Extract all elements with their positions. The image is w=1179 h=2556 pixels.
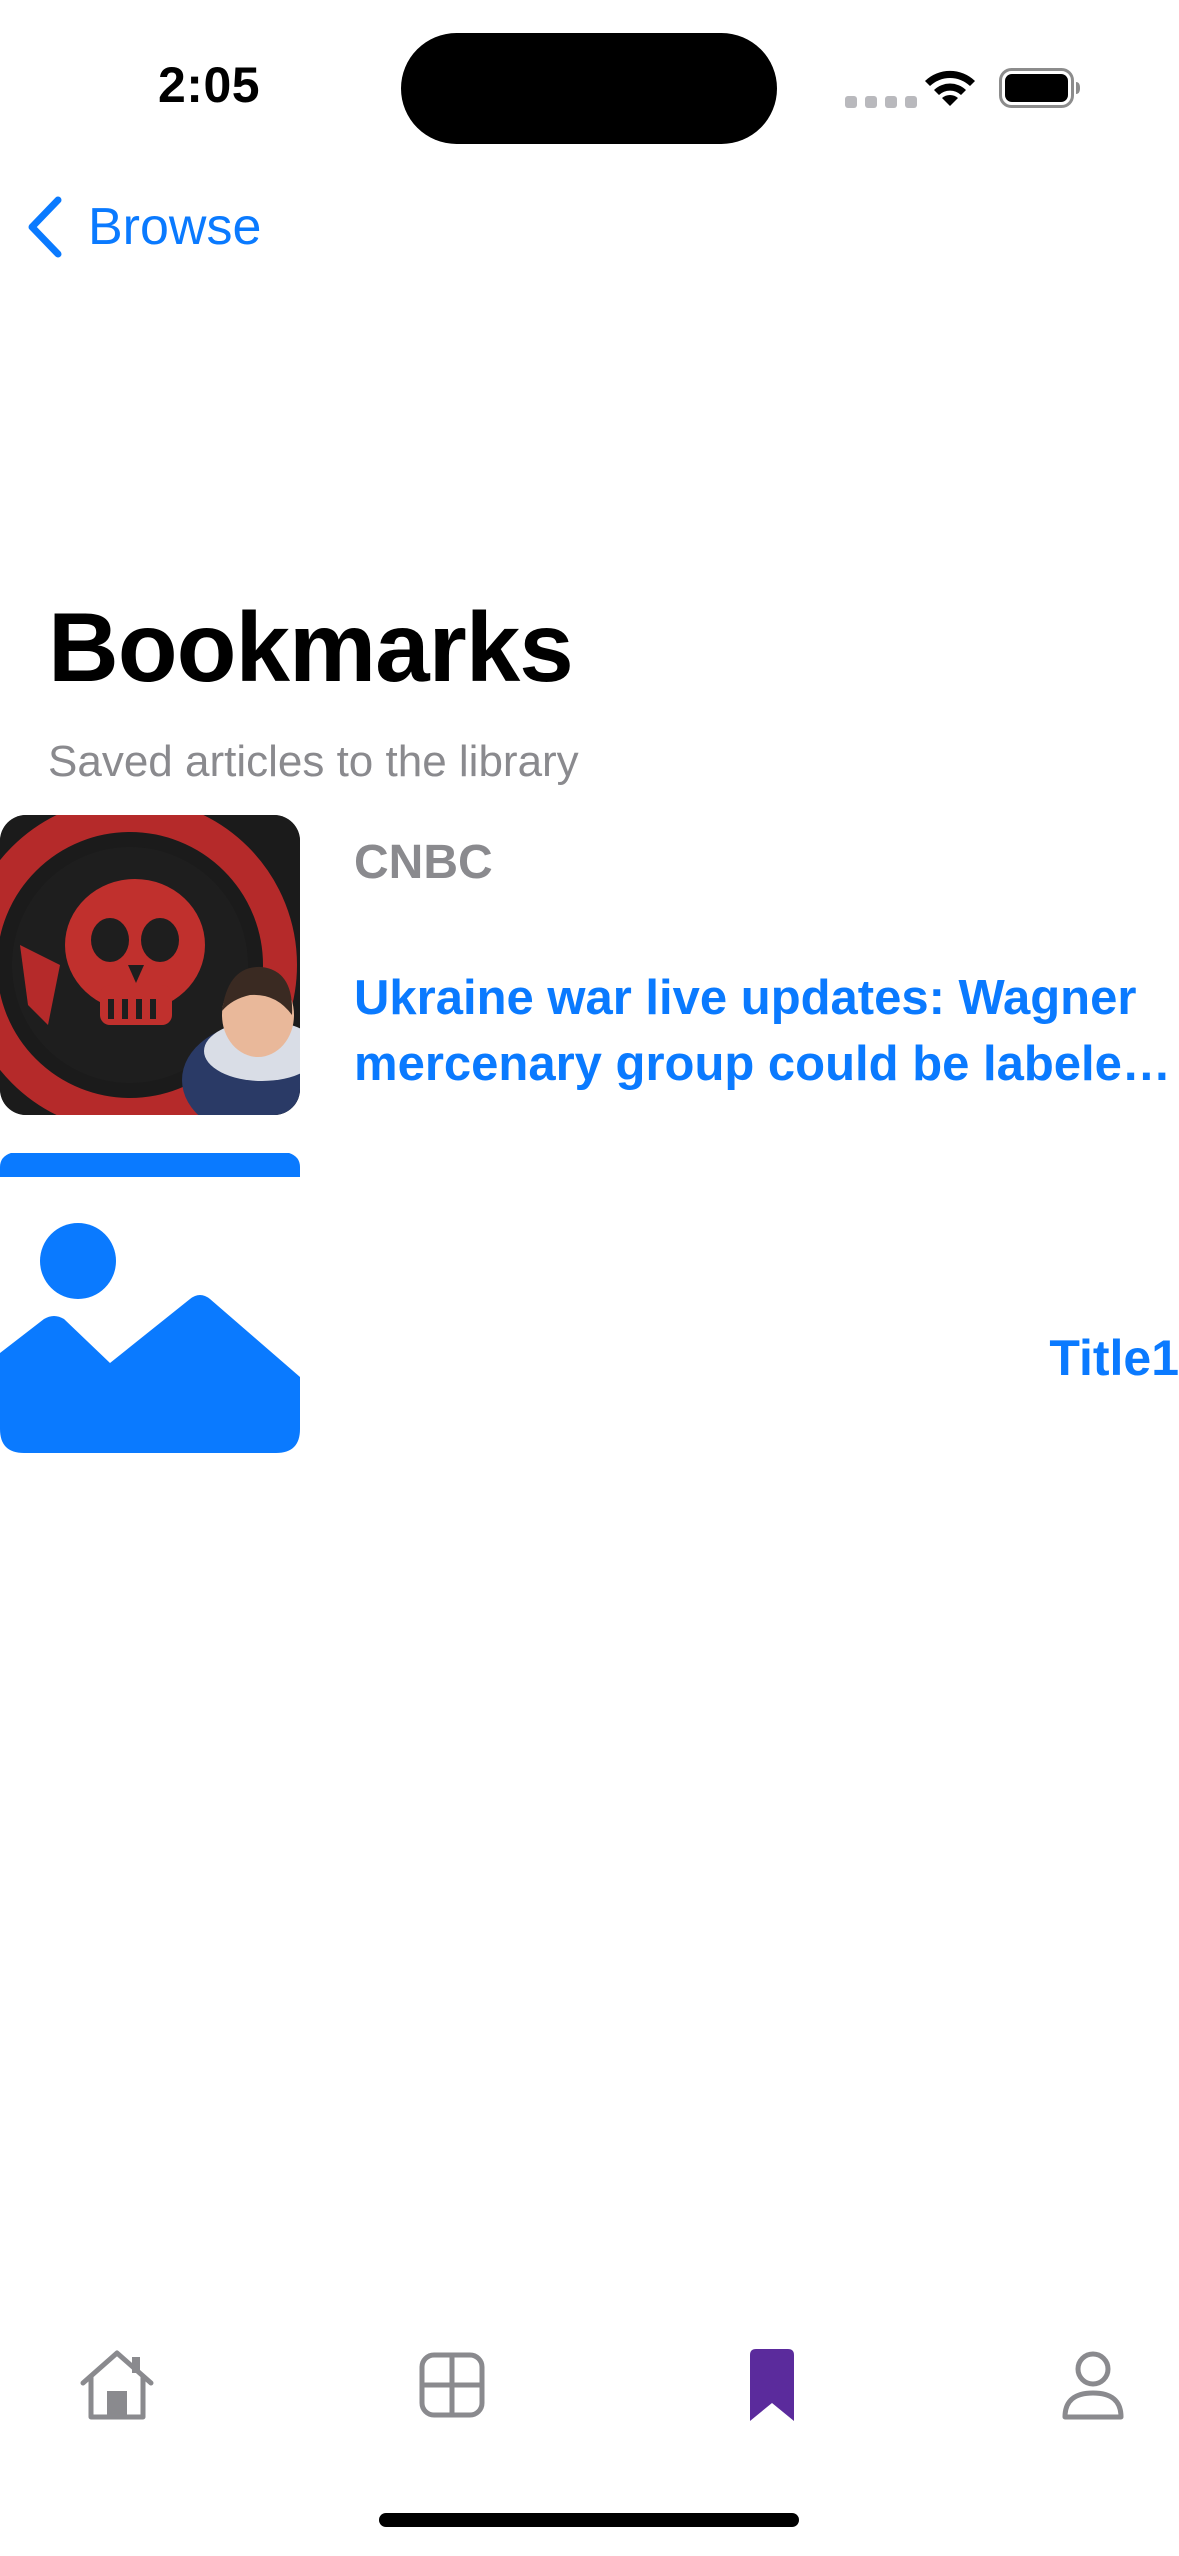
- tab-profile[interactable]: [1053, 2345, 1133, 2425]
- chevron-left-icon: [28, 196, 62, 258]
- tab-bookmarks[interactable]: [732, 2345, 812, 2425]
- article-thumbnail: [0, 1153, 300, 1453]
- bookmark-icon: [750, 2349, 794, 2421]
- tab-home[interactable]: [77, 2345, 157, 2425]
- home-indicator: [379, 2513, 799, 2527]
- photo-placeholder-icon: [0, 1153, 300, 1453]
- skull-mural-photo: [0, 815, 300, 1115]
- grid-icon: [419, 2352, 485, 2418]
- article-title[interactable]: Ukraine war live updates: Wagner mercena…: [354, 965, 1179, 1097]
- wifi-icon: [925, 70, 975, 106]
- house-icon: [80, 2350, 154, 2420]
- article-thumbnail: [0, 815, 300, 1115]
- article-row[interactable]: Title1: [0, 1153, 1179, 1453]
- battery-icon: [999, 68, 1080, 108]
- page-subtitle: Saved articles to the library: [48, 737, 579, 786]
- article-title[interactable]: Title1: [1049, 1329, 1179, 1387]
- article-row[interactable]: CNBC Ukraine war live updates: Wagner me…: [0, 815, 1179, 1115]
- tab-browse[interactable]: [412, 2345, 492, 2425]
- dynamic-island: [401, 33, 777, 144]
- status-time: 2:05: [158, 57, 261, 113]
- article-source: CNBC: [354, 836, 493, 889]
- back-button[interactable]: Browse: [24, 192, 261, 262]
- person-icon: [1062, 2351, 1124, 2420]
- back-button-label: Browse: [88, 198, 262, 256]
- cellular-signal-icon: [845, 96, 917, 108]
- page-title: Bookmarks: [48, 592, 574, 702]
